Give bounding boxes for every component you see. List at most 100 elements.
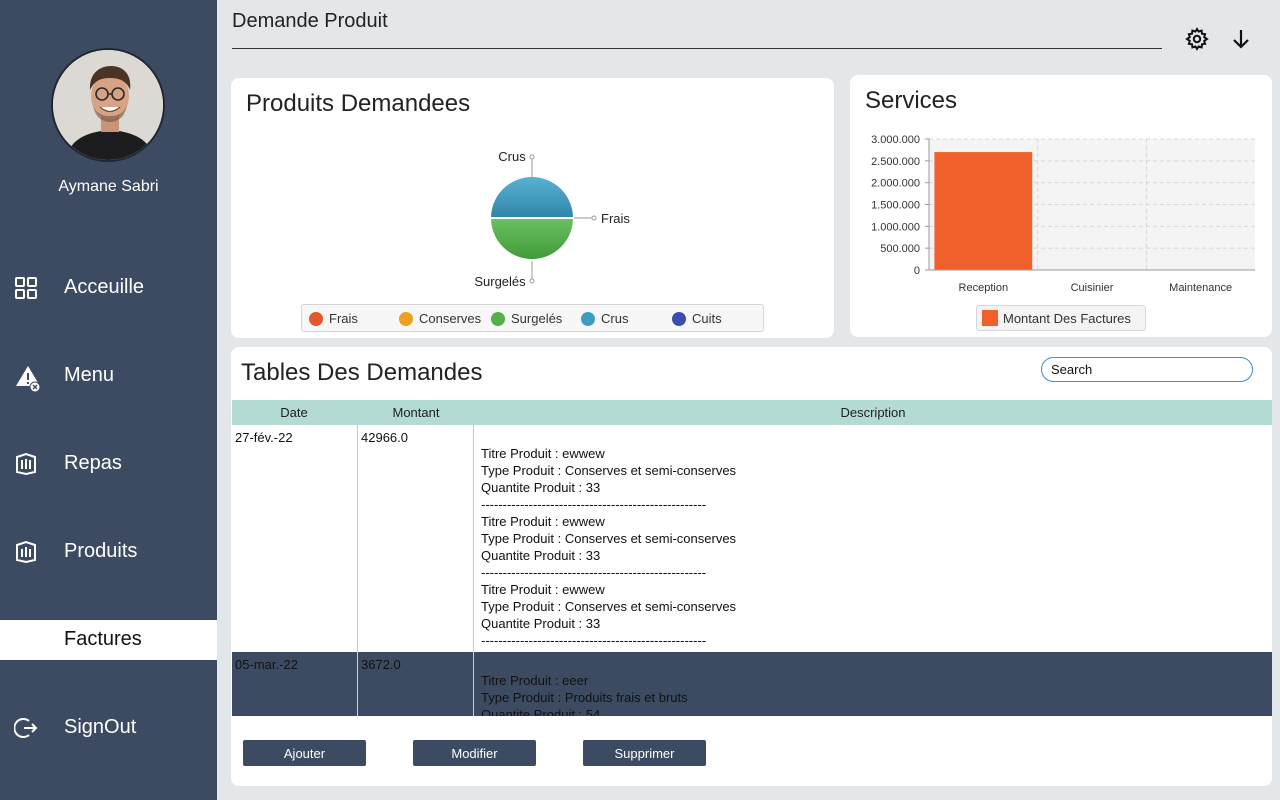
legend-item-montant: Montant Des Factures	[982, 310, 1131, 326]
table-header: Date Montant Description	[232, 400, 1272, 425]
y-tick-label: 2.000.000	[871, 178, 920, 190]
sidebar: Aymane Sabri Acceuille Menu Repas Produi…	[0, 0, 217, 800]
legend-label: Surgelés	[511, 311, 563, 326]
sidebar-item-repas[interactable]: Repas	[0, 444, 217, 484]
supprimer-button[interactable]: Supprimer	[583, 740, 706, 766]
desc-line: Type Produit : Conserves et semi-conserv…	[481, 531, 737, 546]
y-tick-label: 500.000	[880, 243, 920, 255]
desc-line: Quantite Produit : 33	[481, 480, 601, 495]
column-divider	[473, 652, 474, 716]
legend-item-cuits: Cuits	[672, 311, 722, 326]
column-divider	[357, 652, 358, 716]
column-header-montant[interactable]: Montant	[358, 405, 474, 420]
bar-reception	[934, 152, 1033, 270]
menu-warning-icon	[14, 364, 41, 393]
modifier-button[interactable]: Modifier	[413, 740, 536, 766]
column-header-description[interactable]: Description	[474, 405, 1272, 420]
legend-item-crus: Crus	[581, 311, 628, 326]
y-tick-label: 1.000.000	[871, 221, 920, 233]
legend-label: Crus	[601, 311, 629, 326]
products-icon	[14, 540, 38, 564]
page-title: Demande Produit	[232, 10, 388, 32]
sidebar-item-label: SignOut	[64, 716, 137, 738]
desc-separator: ----------------------------------------…	[481, 497, 707, 512]
x-tick-label: Reception	[959, 282, 1009, 294]
desc-line: Quantite Produit : 54	[481, 707, 601, 716]
legend-item-surgeles: Surgelés	[491, 311, 562, 326]
legend-label: Cuits	[692, 311, 722, 326]
legend-dot	[309, 311, 323, 326]
username: Aymane Sabri	[58, 178, 159, 195]
download-arrow-icon[interactable]	[1229, 27, 1253, 51]
column-divider	[473, 425, 474, 652]
y-tick-label: 2.500.000	[871, 156, 920, 168]
pie-leader-dot	[591, 215, 597, 221]
sidebar-item-label: Repas	[64, 452, 122, 474]
sidebar-item-signout[interactable]: SignOut	[0, 708, 217, 748]
title-divider	[232, 48, 1162, 49]
column-divider	[357, 425, 358, 652]
pie-slice-crus	[488, 175, 576, 219]
desc-line: Quantite Produit : 33	[481, 548, 601, 563]
y-tick-label: 3.000.000	[871, 134, 920, 146]
sign-out-icon	[13, 716, 38, 740]
legend-swatch	[982, 310, 998, 326]
ajouter-button[interactable]: Ajouter	[243, 740, 366, 766]
desc-line: Titre Produit : ewwew	[481, 514, 605, 529]
pie-label-crus: Crus	[498, 149, 526, 164]
column-header-date[interactable]: Date	[232, 405, 356, 420]
services-card: Services 0 500.000 1.000.000 1.500.000 2.000…	[850, 75, 1272, 337]
legend-item-conserves: Conserves	[399, 311, 481, 326]
y-tick-label: 0	[914, 265, 920, 277]
desc-line: Type Produit : Produits frais et bruts	[481, 690, 688, 705]
dashboard-icon	[14, 276, 38, 300]
pie-leader-dot	[529, 154, 535, 160]
legend-dot	[399, 311, 413, 326]
cell-montant: 3672.0	[361, 657, 401, 672]
produits-pie-chart: Crus Frais Surgelés	[474, 149, 630, 289]
legend-dot	[672, 311, 686, 326]
produits-card: Produits Demandees Crus Frais Surgelés F…	[231, 78, 834, 338]
sidebar-item-label: Acceuille	[64, 276, 145, 298]
legend-label: Montant Des Factures	[1003, 310, 1131, 326]
sidebar-item-acceuille[interactable]: Acceuille	[0, 268, 217, 308]
sidebar-item-label: Factures	[64, 628, 142, 650]
legend-dot	[581, 311, 595, 326]
pie-label-surgeles: Surgelés	[474, 274, 526, 289]
table-row[interactable]: 27-fév.-22 42966.0 Titre Produit : ewwew…	[232, 425, 1272, 652]
avatar	[51, 48, 165, 162]
sidebar-item-label: Menu	[64, 364, 115, 386]
y-tick-label: 1.500.000	[871, 200, 920, 212]
sidebar-item-menu[interactable]: Menu	[0, 356, 217, 396]
x-tick-label: Maintenance	[1169, 282, 1232, 294]
desc-line: Type Produit : Conserves et semi-conserv…	[481, 599, 737, 614]
pie-legend: Frais Conserves Surgelés Crus Cuits	[301, 304, 764, 332]
desc-line: Titre Produit : ewwew	[481, 446, 605, 461]
cell-description: Titre Produit : ewwew Type Produit : Con…	[481, 445, 736, 649]
meal-icon	[14, 452, 38, 476]
bar-legend: Montant Des Factures	[976, 305, 1146, 331]
cell-description: Titre Produit : eeer Type Produit : Prod…	[481, 672, 688, 716]
table-row-selected[interactable]: 05-mar.-22 3672.0 Titre Produit : eeer T…	[232, 652, 1272, 716]
sidebar-item-factures[interactable]: Factures	[0, 620, 217, 660]
search-input[interactable]	[1041, 357, 1253, 382]
sidebar-item-label: Produits	[64, 540, 138, 562]
desc-separator: ----------------------------------------…	[481, 565, 707, 580]
desc-line: Titre Produit : eeer	[481, 673, 589, 688]
pie-slice-surgelés	[488, 217, 576, 261]
x-tick-label: Cuisinier	[1071, 282, 1114, 294]
cell-date: 27-fév.-22	[235, 430, 293, 445]
pie-leader-dot	[529, 278, 535, 284]
desc-line: Titre Produit : ewwew	[481, 582, 605, 597]
pie-label-frais: Frais	[601, 211, 630, 226]
legend-label: Conserves	[419, 311, 482, 326]
table-body: 27-fév.-22 42966.0 Titre Produit : ewwew…	[232, 425, 1272, 716]
cell-montant: 42966.0	[361, 430, 408, 445]
gear-icon[interactable]	[1185, 27, 1209, 51]
services-bar-chart: 0 500.000 1.000.000 1.500.000 2.000.000 2.500…	[871, 134, 1255, 294]
desc-separator: ----------------------------------------…	[481, 633, 707, 648]
cell-date: 05-mar.-22	[235, 657, 298, 672]
legend-dot	[491, 311, 505, 326]
sidebar-item-produits[interactable]: Produits	[0, 532, 217, 572]
user-photo	[53, 50, 163, 160]
